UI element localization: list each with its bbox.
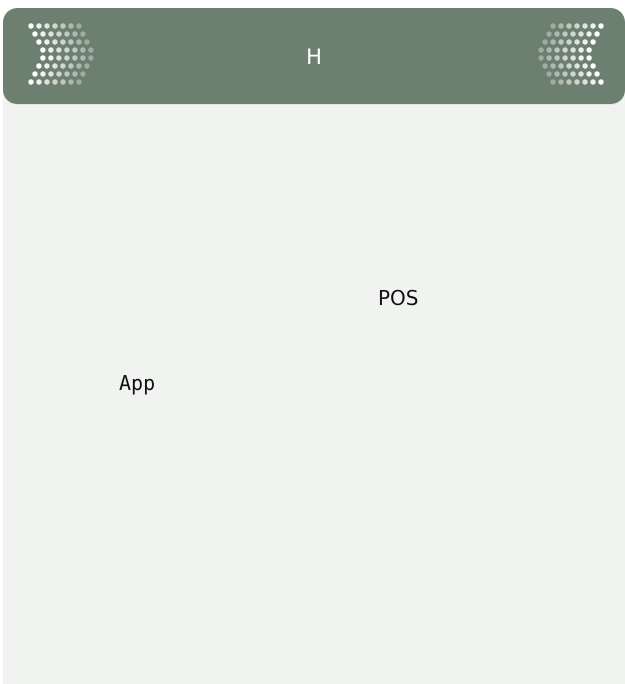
dot [562, 31, 568, 37]
dot [566, 23, 572, 29]
dot [546, 31, 552, 37]
dot [574, 23, 580, 29]
dot [80, 31, 86, 37]
dot [582, 79, 588, 85]
dot [542, 39, 548, 45]
dot [44, 79, 50, 85]
dot [578, 47, 584, 53]
dot [570, 55, 576, 61]
dot [590, 23, 596, 29]
dot [76, 23, 82, 29]
dot [590, 39, 596, 45]
dot [590, 79, 596, 85]
dot [594, 31, 600, 37]
dot [582, 39, 588, 45]
dot [52, 23, 58, 29]
dot [546, 55, 552, 61]
header-title: H [306, 45, 322, 69]
dot [566, 63, 572, 69]
dot [570, 71, 576, 77]
dot [570, 31, 576, 37]
dot [28, 23, 34, 29]
dot [554, 47, 560, 53]
dot [76, 79, 82, 85]
dot [60, 79, 66, 85]
dot [562, 47, 568, 53]
dot [582, 63, 588, 69]
dot [72, 31, 78, 37]
app-window: H POS App [3, 8, 625, 684]
dot [68, 23, 74, 29]
dot [558, 63, 564, 69]
dot [586, 31, 592, 37]
dot [558, 79, 564, 85]
dot [578, 31, 584, 37]
dot [574, 39, 580, 45]
dot [554, 71, 560, 77]
dot [598, 23, 604, 29]
dot [562, 55, 568, 61]
dot [68, 79, 74, 85]
dot [36, 23, 42, 29]
dot [56, 31, 62, 37]
dot [574, 79, 580, 85]
dot [546, 71, 552, 77]
dot [570, 47, 576, 53]
dot [550, 79, 556, 85]
dot [550, 23, 556, 29]
dot [48, 31, 54, 37]
dot [582, 23, 588, 29]
dot [566, 39, 572, 45]
dot [546, 47, 552, 53]
dot [586, 47, 592, 53]
header-bar: H [3, 8, 625, 104]
dot [566, 79, 572, 85]
app-label: App [119, 371, 156, 395]
dot [554, 31, 560, 37]
dot [64, 71, 70, 77]
dot [558, 39, 564, 45]
dot [538, 47, 544, 53]
chevron-left-dots-icon[interactable] [533, 22, 613, 92]
dot [64, 31, 70, 37]
dot [586, 55, 592, 61]
dot [32, 31, 38, 37]
dot [36, 79, 42, 85]
dot [562, 71, 568, 77]
dot [40, 31, 46, 37]
dot [550, 63, 556, 69]
dot [52, 79, 58, 85]
dot [578, 55, 584, 61]
dot [80, 71, 86, 77]
dot [558, 23, 564, 29]
dot [538, 55, 544, 61]
dot [72, 71, 78, 77]
dot [32, 71, 38, 77]
dot [590, 63, 596, 69]
dot [28, 79, 34, 85]
dot [542, 63, 548, 69]
dot [554, 55, 560, 61]
dot [48, 71, 54, 77]
dot [550, 39, 556, 45]
dot [56, 71, 62, 77]
dot [60, 23, 66, 29]
dot [578, 71, 584, 77]
pos-label: POS [378, 286, 419, 310]
dot [594, 71, 600, 77]
dot [44, 23, 50, 29]
dot [574, 63, 580, 69]
dot [586, 71, 592, 77]
dot [40, 71, 46, 77]
dot [598, 79, 604, 85]
